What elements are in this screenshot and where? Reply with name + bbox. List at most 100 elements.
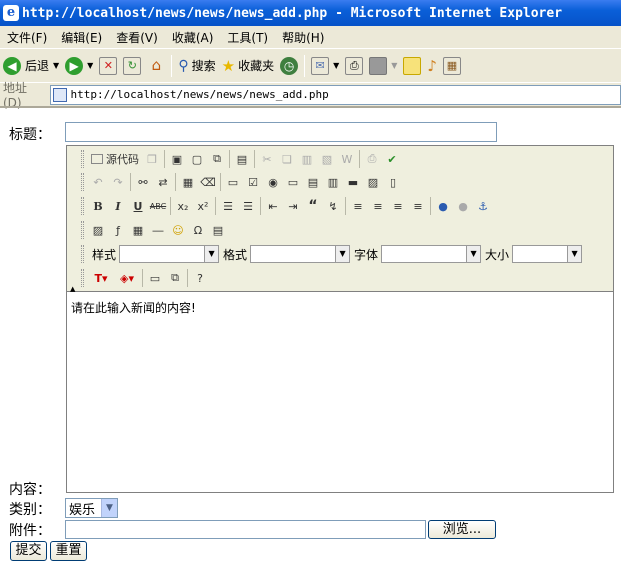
menu-file[interactable]: 文件(F) (0, 29, 54, 46)
button-field-icon[interactable]: ▬ (343, 172, 363, 192)
reset-button[interactable]: 重置 (50, 541, 87, 561)
submit-button[interactable]: 提交 (10, 541, 47, 561)
discuss-button[interactable] (400, 54, 424, 78)
remove-format-icon[interactable]: ⌫ (198, 172, 218, 192)
image-icon[interactable]: ▨ (88, 220, 108, 240)
paste-text-icon[interactable]: ▧ (317, 149, 337, 169)
menu-favorites[interactable]: 收藏(A) (165, 29, 221, 46)
editor-toolbar-row-5: 样式 ▼ 格式 ▼ 字体 ▼ 大小 ▼ (81, 243, 583, 265)
favorites-button[interactable]: ★ 收藏夹 (219, 54, 277, 78)
editor-content-area[interactable]: 请在此输入新闻的内容! (67, 293, 613, 492)
menu-tools[interactable]: 工具(T) (220, 29, 275, 46)
align-left-icon[interactable]: ≡ (348, 196, 368, 216)
menu-help[interactable]: 帮助(H) (275, 29, 331, 46)
image-button-icon[interactable]: ▨ (363, 172, 383, 192)
font-select[interactable]: ▼ (381, 245, 482, 263)
underline-icon[interactable]: U (128, 196, 148, 216)
mail-button[interactable]: ✉ ▼ (308, 54, 342, 78)
preview-icon[interactable]: ⧉ (207, 149, 227, 169)
smiley-icon[interactable]: ☺ (168, 220, 188, 240)
toolbar-grip (81, 245, 84, 263)
forward-button[interactable]: ▶ ▼ (62, 54, 96, 78)
copy-icon[interactable]: ❏ (277, 149, 297, 169)
templates-icon[interactable]: ▤ (232, 149, 252, 169)
superscript-icon[interactable]: x² (193, 196, 213, 216)
back-dropdown-icon[interactable]: ▼ (53, 61, 59, 70)
select-all-icon[interactable]: ▦ (178, 172, 198, 192)
align-justify-icon[interactable]: ≡ (408, 196, 428, 216)
style-select[interactable]: ▼ (119, 245, 220, 263)
ordered-list-icon[interactable]: ☰ (218, 196, 238, 216)
flash-icon[interactable]: ƒ (108, 220, 128, 240)
checkbox-icon[interactable]: ☑ (243, 172, 263, 192)
history-button[interactable]: ◷ (277, 54, 301, 78)
category-select[interactable]: 娱乐 ▼ (65, 498, 118, 518)
messenger-button[interactable]: ♪ (424, 54, 440, 78)
search-label: 搜索 (191, 59, 216, 73)
home-button[interactable]: ⌂ (144, 54, 168, 78)
maximize-icon[interactable]: ▭ (145, 268, 165, 288)
find-icon[interactable]: ⚯ (133, 172, 153, 192)
form-icon[interactable]: ▭ (223, 172, 243, 192)
spellcheck-icon[interactable]: ✔ (382, 149, 402, 169)
source-button[interactable]: 源代码 (88, 149, 142, 169)
align-center-icon[interactable]: ≡ (368, 196, 388, 216)
background-color-icon[interactable]: ◈▾ (114, 268, 140, 288)
horizontal-rule-icon[interactable]: ― (148, 220, 168, 240)
new-page-icon[interactable]: ▢ (187, 149, 207, 169)
table-icon[interactable]: ▦ (128, 220, 148, 240)
cut-icon[interactable]: ✂ (257, 149, 277, 169)
div-icon[interactable]: ↯ (323, 196, 343, 216)
outdent-icon[interactable]: ⇤ (263, 196, 283, 216)
anchor-icon[interactable]: ⚓ (473, 196, 493, 216)
preview-doc-icon[interactable]: ❐ (142, 149, 162, 169)
save-icon[interactable]: ▣ (167, 149, 187, 169)
stop-button[interactable]: ✕ (96, 54, 120, 78)
back-button[interactable]: ◀ 后退 ▼ (0, 54, 62, 78)
size-select[interactable]: ▼ (512, 245, 583, 263)
about-icon[interactable]: ? (190, 268, 210, 288)
select-field-icon[interactable]: ▥ (323, 172, 343, 192)
special-char-icon[interactable]: Ω (188, 220, 208, 240)
edit-dropdown-icon[interactable]: ▼ (391, 61, 397, 70)
search-button[interactable]: ⚲ 搜索 (175, 54, 218, 78)
refresh-button[interactable]: ↻ (120, 54, 144, 78)
link-icon[interactable]: ● (433, 196, 453, 216)
text-color-icon[interactable]: T▾ (88, 268, 114, 288)
print-button[interactable]: ⎙ (342, 54, 366, 78)
page-break-icon[interactable]: ▤ (208, 220, 228, 240)
show-blocks-icon[interactable]: ⧉ (165, 268, 185, 288)
menu-edit[interactable]: 编辑(E) (54, 29, 109, 46)
edit-button[interactable]: ▼ (366, 54, 400, 78)
menu-view[interactable]: 查看(V) (109, 29, 165, 46)
textfield-icon[interactable]: ▭ (283, 172, 303, 192)
research-button[interactable]: ▦ (440, 54, 464, 78)
forward-dropdown-icon[interactable]: ▼ (87, 61, 93, 70)
radio-icon[interactable]: ◉ (263, 172, 283, 192)
italic-icon[interactable]: I (108, 196, 128, 216)
format-select[interactable]: ▼ (250, 245, 351, 263)
paste-word-icon[interactable]: W (337, 149, 357, 169)
hidden-field-icon[interactable]: ▯ (383, 172, 403, 192)
unordered-list-icon[interactable]: ☰ (238, 196, 258, 216)
undo-icon[interactable]: ↶ (88, 172, 108, 192)
paste-icon[interactable]: ▥ (297, 149, 317, 169)
blockquote-icon[interactable]: “ (303, 196, 323, 216)
mail-dropdown-icon[interactable]: ▼ (333, 61, 339, 70)
address-input[interactable]: http://localhost/news/news/news_add.php (49, 84, 621, 105)
attachment-input[interactable] (65, 520, 426, 539)
replace-icon[interactable]: ⇄ (153, 172, 173, 192)
print-icon[interactable]: ⎙ (362, 149, 382, 169)
title-input[interactable] (65, 122, 497, 142)
browse-button[interactable]: 浏览... (428, 520, 496, 539)
redo-icon[interactable]: ↷ (108, 172, 128, 192)
unlink-icon[interactable]: ● (453, 196, 473, 216)
bold-icon[interactable]: B (88, 196, 108, 216)
textarea-icon[interactable]: ▤ (303, 172, 323, 192)
collapse-toolbar-icon[interactable]: ▲ (70, 285, 75, 293)
subscript-icon[interactable]: x₂ (173, 196, 193, 216)
align-right-icon[interactable]: ≡ (388, 196, 408, 216)
strikethrough-icon[interactable]: ABC (148, 196, 168, 216)
indent-icon[interactable]: ⇥ (283, 196, 303, 216)
editor-content-text: 请在此输入新闻的内容! (71, 301, 196, 315)
